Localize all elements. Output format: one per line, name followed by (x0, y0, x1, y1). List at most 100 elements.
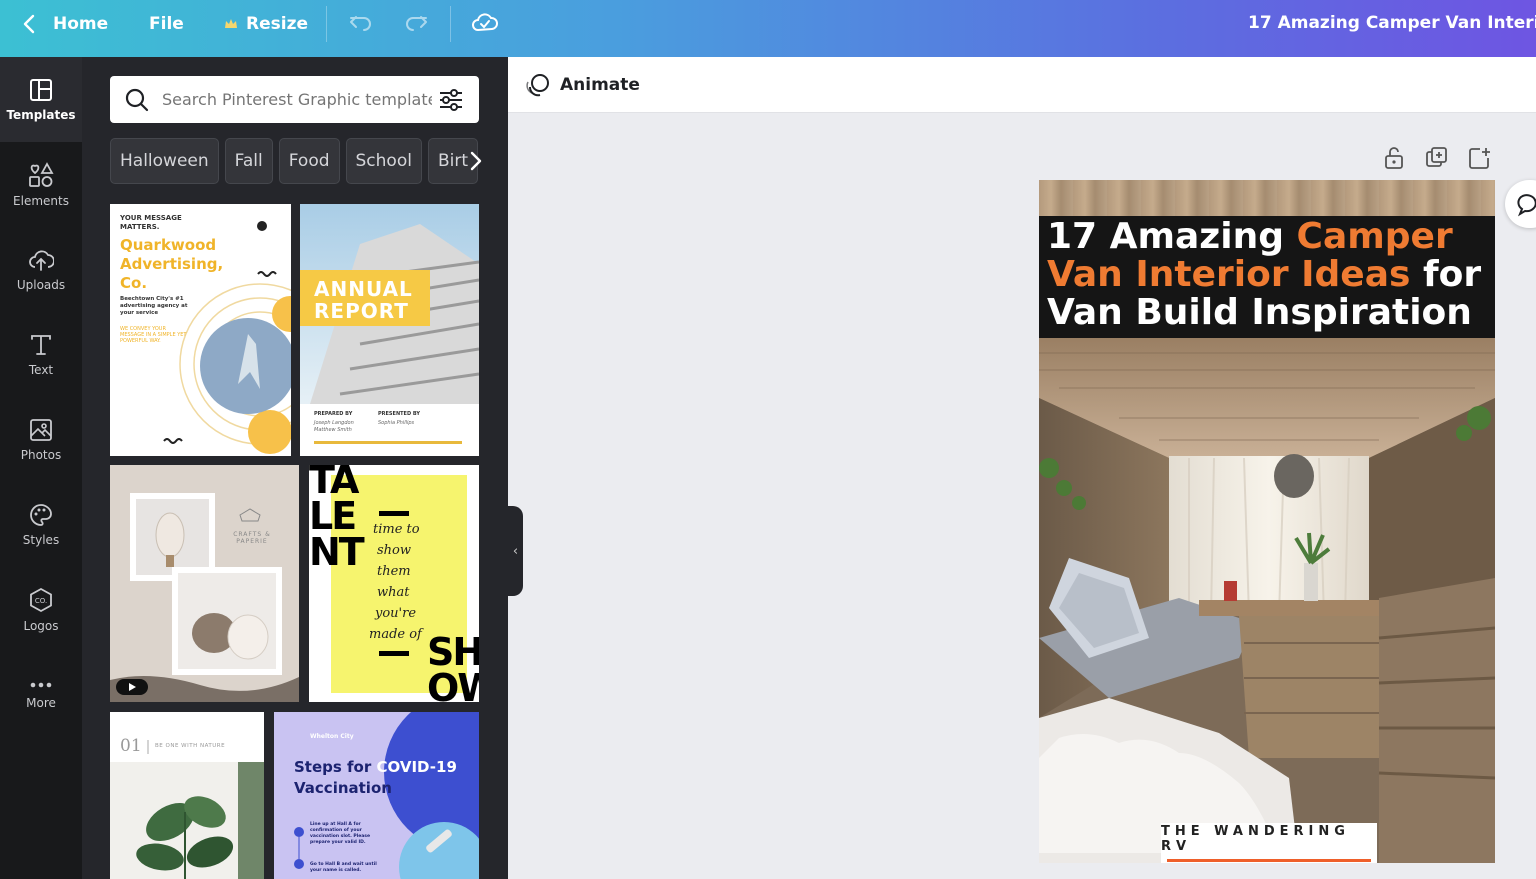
template-title: Quarkwood Advertising, Co. (120, 236, 224, 292)
rail-label: Text (28, 362, 54, 377)
more-icon (30, 682, 52, 687)
headline-part-4: for (1410, 254, 1482, 295)
template-card-annual-report[interactable]: ANNUAL REPORT PREPARED BY PRESENTED BY J… (300, 204, 479, 456)
covid-title: Steps for COVID-19 Vaccination (294, 757, 464, 799)
divider (326, 6, 327, 42)
line-1: time to (373, 522, 420, 537)
canvas-toolbar: Animate (508, 57, 1536, 113)
collapse-panel-button[interactable]: ‹ (508, 506, 523, 596)
filter-icon[interactable] (438, 88, 464, 112)
line-6: made of (369, 627, 422, 642)
undo-icon[interactable] (348, 11, 374, 35)
rail-label: Templates (6, 107, 76, 122)
text-icon (31, 334, 51, 355)
chip-halloween[interactable]: Halloween (110, 138, 219, 184)
rail-label: Styles (22, 532, 60, 547)
chip-fall[interactable]: Fall (224, 138, 273, 184)
cloud-saved-icon[interactable] (471, 10, 499, 34)
report-title-1: ANNUAL (314, 277, 413, 301)
search-icon (125, 88, 149, 111)
headline-part-3: Van Interior Ideas (1047, 254, 1411, 295)
chevron-left-icon[interactable] (18, 12, 42, 36)
brand-text: THE WANDERING RV (1161, 824, 1350, 854)
template-card-quarkwood[interactable]: YOUR MESSAGE MATTERS. Quarkwood Advertis… (110, 204, 291, 456)
search-box[interactable] (110, 76, 479, 123)
video-badge (116, 679, 148, 695)
search-input[interactable] (162, 90, 432, 109)
prepared-label: PREPARED BY (314, 411, 353, 417)
file-menu-button[interactable]: File (149, 14, 184, 34)
chip-food[interactable]: Food (278, 138, 340, 184)
rail-item-more[interactable]: More (0, 652, 82, 737)
brand-text: CRAFTS & PAPERIE (233, 531, 271, 545)
rail-label: Photos (20, 447, 62, 462)
rail-item-text[interactable]: Text (0, 312, 82, 397)
comment-icon (1517, 194, 1536, 217)
step-1-text: Line up at Hall A for confirmation of yo… (310, 822, 371, 845)
covid-title-1: Steps for (294, 758, 377, 776)
animate-button[interactable]: Animate (560, 75, 640, 95)
resize-label: Resize (246, 14, 308, 34)
chip-school[interactable]: School (345, 138, 422, 184)
side-rail: Templates Elements Uploads Text Photos S… (0, 57, 82, 879)
presented-name: Sophia Phillips (378, 420, 415, 426)
category-chips: Halloween Fall Food School Birt (110, 138, 482, 184)
template-card-nature[interactable]: 01 BE ONE WITH NATURE (110, 712, 264, 879)
rail-item-styles[interactable]: Styles (0, 482, 82, 567)
template-card-covid-vaccination[interactable]: Whelton City Steps for COVID-19 Vaccinat… (274, 712, 479, 879)
template-card-talent-show[interactable]: TA LE NT SH OW time to show them what yo… (309, 465, 479, 702)
number-text: 01 (120, 736, 142, 756)
line-3: them (377, 564, 411, 579)
rail-item-elements[interactable]: Elements (0, 142, 82, 227)
document-title[interactable]: 17 Amazing Camper Van Interior Ide (1248, 13, 1536, 33)
dash-bottom (379, 651, 409, 656)
svg-text:CO.: CO. (35, 597, 47, 605)
brand-badge: THE WANDERING RV (1161, 823, 1377, 863)
add-page-icon[interactable] (1468, 146, 1492, 170)
tag-text: BE ONE WITH NATURE (155, 743, 226, 749)
photos-icon (30, 418, 52, 441)
comment-button[interactable] (1505, 180, 1536, 228)
big-letters-5: OW (427, 666, 479, 702)
template-body: Beechtown City's #1 advertising agency a… (120, 296, 188, 316)
prepared-name-2: Matthew Smith (314, 427, 352, 433)
duplicate-page-icon[interactable] (1425, 146, 1449, 170)
headline-part-1: 17 Amazing (1047, 216, 1297, 257)
animate-icon (526, 74, 549, 97)
rail-label: Elements (13, 193, 69, 208)
top-bar: Home File Resize 17 Amazing Camper Van I… (0, 0, 1536, 57)
rail-item-logos[interactable]: CO. Logos (0, 567, 82, 652)
rail-label: Logos (23, 618, 59, 633)
chevron-right-icon[interactable] (466, 150, 486, 172)
resize-button[interactable]: Resize (224, 14, 308, 34)
headline-block[interactable]: 17 Amazing Camper Van Interior Ideas for… (1039, 216, 1495, 338)
big-letters-3: NT (309, 530, 365, 574)
report-rule (314, 441, 462, 444)
headline-part-2: Camper (1296, 216, 1453, 257)
rail-item-templates[interactable]: Templates (0, 57, 82, 142)
design-page[interactable]: 17 Amazing Camper Van Interior Ideas for… (1039, 180, 1495, 863)
home-button[interactable]: Home (53, 14, 108, 34)
play-icon (129, 683, 136, 691)
lock-icon[interactable] (1383, 146, 1405, 170)
rail-item-uploads[interactable]: Uploads (0, 227, 82, 312)
line-2: show (377, 543, 411, 558)
template-artwork (110, 465, 299, 702)
template-accent: WE CONVEY YOUR MESSAGE IN A SIMPLE YET P… (120, 326, 187, 344)
elements-icon (29, 161, 54, 187)
wood-ceiling-strip (1039, 180, 1495, 216)
brand-underline (1167, 859, 1371, 862)
templates-panel: HalloweenFallFoodSchoolBirt YOUR MESSAGE… (82, 57, 508, 879)
rail-item-photos[interactable]: Photos (0, 397, 82, 482)
redo-icon[interactable] (403, 11, 429, 35)
templates-icon (30, 78, 52, 101)
chevron-left-icon: ‹ (512, 543, 519, 559)
template-card-crafts-paperie[interactable]: CRAFTS & PAPERIE (110, 465, 299, 702)
template-small-text: YOUR MESSAGE MATTERS. (120, 214, 182, 231)
presented-label: PRESENTED BY (378, 411, 421, 417)
upload-cloud-icon (29, 250, 54, 271)
rail-label: More (26, 695, 56, 710)
org-text: Whelton City (310, 733, 354, 740)
line-5: you're (375, 606, 417, 621)
report-title-2: REPORT (314, 299, 409, 323)
